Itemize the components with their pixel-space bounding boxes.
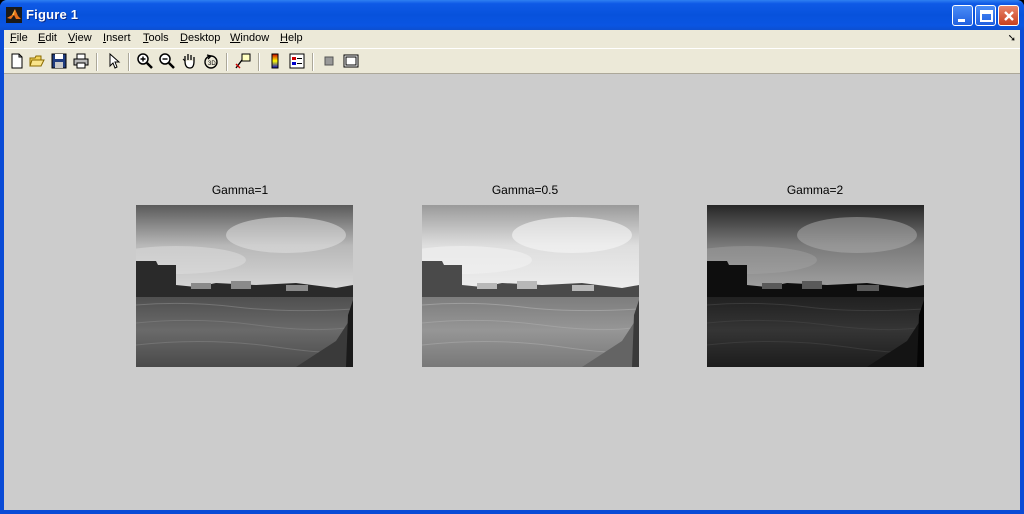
data-cursor-icon[interactable] bbox=[234, 52, 252, 70]
show-plot-tools-icon[interactable] bbox=[342, 52, 360, 70]
matlab-logo-icon bbox=[6, 7, 22, 23]
new-figure-icon[interactable] bbox=[8, 52, 26, 70]
maximize-icon bbox=[980, 10, 993, 22]
image-gamma-1 bbox=[136, 205, 353, 367]
window-title: Figure 1 bbox=[26, 7, 79, 22]
axis-title-gamma-1: Gamma=1 bbox=[211, 183, 269, 197]
menu-window[interactable]: Window bbox=[230, 32, 269, 44]
close-icon bbox=[1004, 11, 1014, 21]
figure-client-area: File Edit View Insert Tools Desktop Wind… bbox=[4, 30, 1020, 510]
toolbar-separator bbox=[312, 53, 314, 71]
figure-toolbar: 3D bbox=[4, 48, 1020, 74]
minimize-button[interactable] bbox=[952, 5, 973, 26]
toolbar-separator bbox=[226, 53, 228, 71]
toolbar-separator bbox=[96, 53, 98, 71]
close-button[interactable] bbox=[998, 5, 1019, 26]
menu-bar: File Edit View Insert Tools Desktop Wind… bbox=[4, 30, 1020, 48]
toolbar-separator bbox=[128, 53, 130, 71]
maximize-button[interactable] bbox=[975, 5, 996, 26]
title-bar[interactable]: Figure 1 bbox=[0, 0, 1024, 30]
menu-tools[interactable]: Tools bbox=[143, 32, 169, 44]
save-figure-icon[interactable] bbox=[50, 52, 68, 70]
insert-colorbar-icon[interactable] bbox=[266, 52, 284, 70]
menu-desktop[interactable]: Desktop bbox=[180, 32, 220, 44]
insert-legend-icon[interactable] bbox=[288, 52, 306, 70]
minimize-icon bbox=[958, 19, 965, 22]
axis-title-gamma-0-5: Gamma=0.5 bbox=[491, 183, 559, 197]
toolbar-separator bbox=[258, 53, 260, 71]
menu-insert[interactable]: Insert bbox=[103, 32, 131, 44]
figure-window: Figure 1 File Edit View Insert Tools Des… bbox=[0, 0, 1024, 514]
zoom-in-icon[interactable] bbox=[136, 52, 154, 70]
hide-plot-tools-icon[interactable] bbox=[320, 52, 338, 70]
zoom-out-icon[interactable] bbox=[158, 52, 176, 70]
pan-hand-icon[interactable] bbox=[180, 52, 198, 70]
axis-title-gamma-2: Gamma=2 bbox=[786, 183, 844, 197]
menu-view[interactable]: View bbox=[68, 32, 92, 44]
edit-plot-arrow-icon[interactable] bbox=[104, 52, 122, 70]
rotate-3d-icon[interactable]: 3D bbox=[202, 52, 220, 70]
print-figure-icon[interactable] bbox=[72, 52, 90, 70]
svg-text:3D: 3D bbox=[208, 61, 216, 67]
menu-file[interactable]: File bbox=[10, 32, 28, 44]
image-gamma-2 bbox=[707, 205, 924, 367]
image-gamma-0-5 bbox=[422, 205, 639, 367]
menu-help[interactable]: Help bbox=[280, 32, 303, 44]
menu-edit[interactable]: Edit bbox=[38, 32, 57, 44]
menu-dock-arrow-icon[interactable]: ➘ bbox=[1008, 33, 1016, 44]
open-file-icon[interactable] bbox=[28, 52, 46, 70]
